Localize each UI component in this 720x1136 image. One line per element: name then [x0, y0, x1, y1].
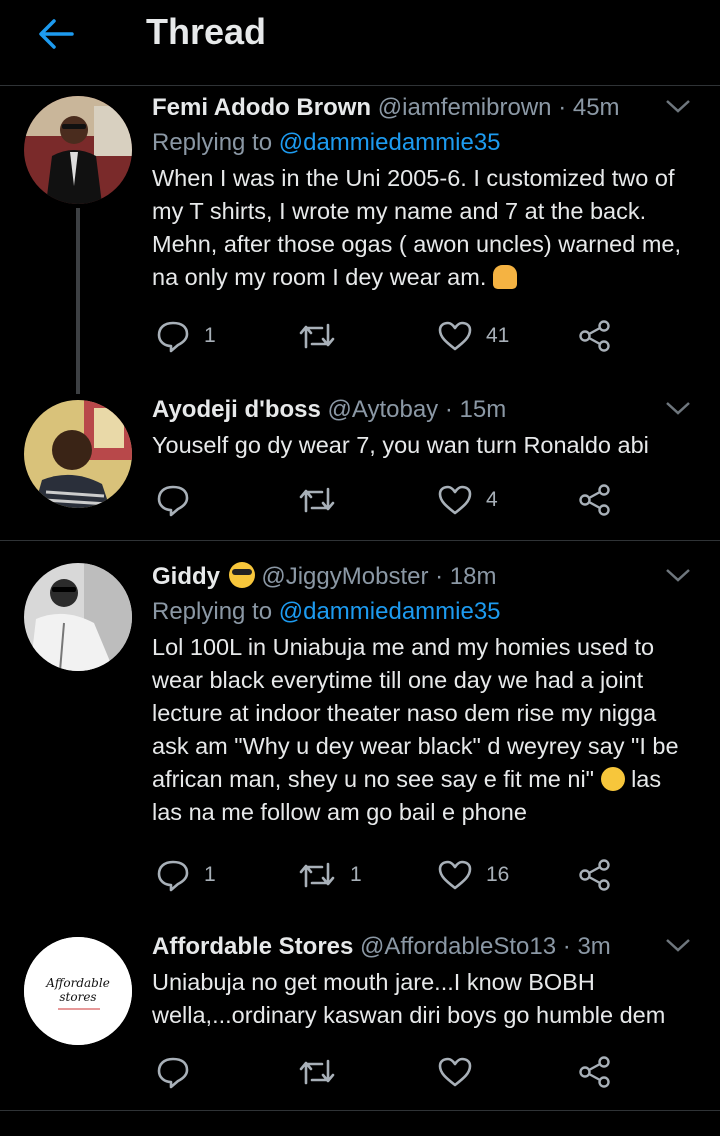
- tweet[interactable]: Affordable stores Affordable Stores @Aff…: [0, 925, 720, 1105]
- chevron-down-icon[interactable]: [664, 935, 692, 955]
- author-name[interactable]: Affordable Stores: [152, 933, 353, 960]
- top-bar: Thread: [0, 0, 720, 86]
- retweet-icon: [299, 862, 335, 888]
- reply-icon: [157, 1057, 189, 1089]
- retweet-button[interactable]: [298, 1052, 336, 1092]
- reply-icon: [157, 860, 189, 892]
- tweet-time: · 3m: [562, 933, 611, 960]
- tweet-actions: 4: [152, 480, 622, 520]
- tweet-text: Youself go dy wear 7, you wan turn Ronal…: [152, 432, 649, 458]
- back-arrow-icon: [39, 19, 74, 49]
- like-button[interactable]: [438, 1052, 472, 1092]
- tweet-actions: 1 41: [152, 316, 622, 356]
- like-icon: [438, 321, 472, 351]
- like-icon: [438, 1057, 472, 1087]
- share-button[interactable]: [578, 316, 612, 356]
- like-button[interactable]: 41: [438, 316, 509, 356]
- like-icon: [438, 485, 472, 515]
- reply-button[interactable]: [156, 1052, 190, 1092]
- person-facepalming-emoji: [492, 265, 517, 289]
- reply-icon: [157, 321, 189, 353]
- tweet-header: Ayodeji d'boss @Aytobay · 15m: [152, 394, 696, 426]
- retweet-icon: [299, 487, 335, 513]
- reply-button[interactable]: 1: [156, 316, 216, 356]
- divider: [0, 540, 720, 541]
- like-button[interactable]: 16: [438, 855, 509, 895]
- share-icon: [579, 320, 610, 352]
- page-title: Thread: [146, 11, 267, 52]
- svg-text:Affordable: Affordable: [45, 976, 110, 990]
- tweet-text: Lol 100L in Uniabuja me and my homies us…: [152, 634, 679, 825]
- tweet-header: Giddy @JiggyMobster · 18m: [152, 561, 696, 593]
- reply-count: 1: [204, 324, 216, 347]
- tweet-header: Femi Adodo Brown @iamfemibrown · 45m: [152, 92, 696, 124]
- reply-button[interactable]: 1: [156, 855, 216, 895]
- tweet[interactable]: Ayodeji d'boss @Aytobay · 15m Youself go…: [0, 390, 720, 540]
- retweet-icon: [299, 1059, 335, 1085]
- like-count: 4: [486, 488, 498, 511]
- tweet-time: · 15m: [444, 396, 507, 423]
- tweet-time: · 18m: [435, 563, 497, 590]
- share-button[interactable]: [578, 855, 612, 895]
- retweet-icon: [299, 323, 335, 349]
- divider: [0, 1110, 720, 1111]
- chevron-down-icon[interactable]: [664, 96, 692, 116]
- author-handle[interactable]: @JiggyMobster: [261, 563, 428, 590]
- tweet-text: Uniabuja no get mouth jare...I know BOBH…: [152, 969, 666, 1028]
- author-handle[interactable]: @Aytobay: [328, 396, 439, 423]
- author-name[interactable]: Ayodeji d'boss: [152, 396, 321, 423]
- chevron-down-icon[interactable]: [664, 398, 692, 418]
- like-count: 41: [486, 324, 510, 347]
- tweet[interactable]: Femi Adodo Brown @iamfemibrown · 45m Rep…: [0, 86, 720, 386]
- tweet-actions: [152, 1052, 622, 1092]
- chevron-down-icon[interactable]: [664, 565, 692, 585]
- share-icon: [579, 1056, 610, 1088]
- reply-count: 1: [204, 863, 216, 886]
- tweet[interactable]: Giddy @JiggyMobster · 18m Replying to @d…: [0, 555, 720, 925]
- avatar[interactable]: Affordable stores: [24, 937, 132, 1045]
- mention-link[interactable]: @dammiedammie35: [279, 129, 501, 156]
- share-button[interactable]: [578, 1052, 612, 1092]
- author-handle[interactable]: @iamfemibrown: [378, 94, 552, 121]
- like-count: 16: [486, 863, 510, 886]
- tweet-header: Affordable Stores @AffordableSto13 · 3m: [152, 931, 696, 963]
- share-button[interactable]: [578, 480, 612, 520]
- tweet-text: When I was in the Uni 2005-6. I customiz…: [152, 165, 682, 290]
- reply-button[interactable]: [156, 480, 204, 520]
- back-button[interactable]: [34, 12, 78, 56]
- tweet-time: · 45m: [558, 94, 620, 121]
- replying-to: Replying to @dammiedammie35: [152, 129, 501, 156]
- avatar[interactable]: [24, 400, 132, 508]
- author-name[interactable]: Femi Adodo Brown: [152, 94, 371, 121]
- like-button[interactable]: 4: [438, 480, 498, 520]
- retweet-button[interactable]: [298, 480, 350, 520]
- share-icon: [579, 484, 610, 516]
- retweet-count: 1: [350, 863, 362, 886]
- retweet-button[interactable]: 1: [298, 855, 362, 895]
- author-handle[interactable]: @AffordableSto13: [360, 933, 556, 960]
- avatar[interactable]: [24, 96, 132, 204]
- retweet-button[interactable]: [298, 316, 350, 356]
- sunglasses-emoji: [228, 562, 255, 588]
- svg-text:stores: stores: [59, 990, 96, 1004]
- tweet-actions: 1 1 16: [152, 855, 622, 895]
- share-icon: [579, 859, 610, 891]
- mention-link[interactable]: @dammiedammie35: [279, 598, 501, 625]
- like-icon: [438, 860, 472, 890]
- author-name[interactable]: Giddy: [152, 563, 220, 590]
- tears-of-joy-emoji: [600, 767, 625, 791]
- replying-to: Replying to @dammiedammie35: [152, 598, 501, 625]
- reply-icon: [157, 485, 189, 517]
- avatar[interactable]: [24, 563, 132, 671]
